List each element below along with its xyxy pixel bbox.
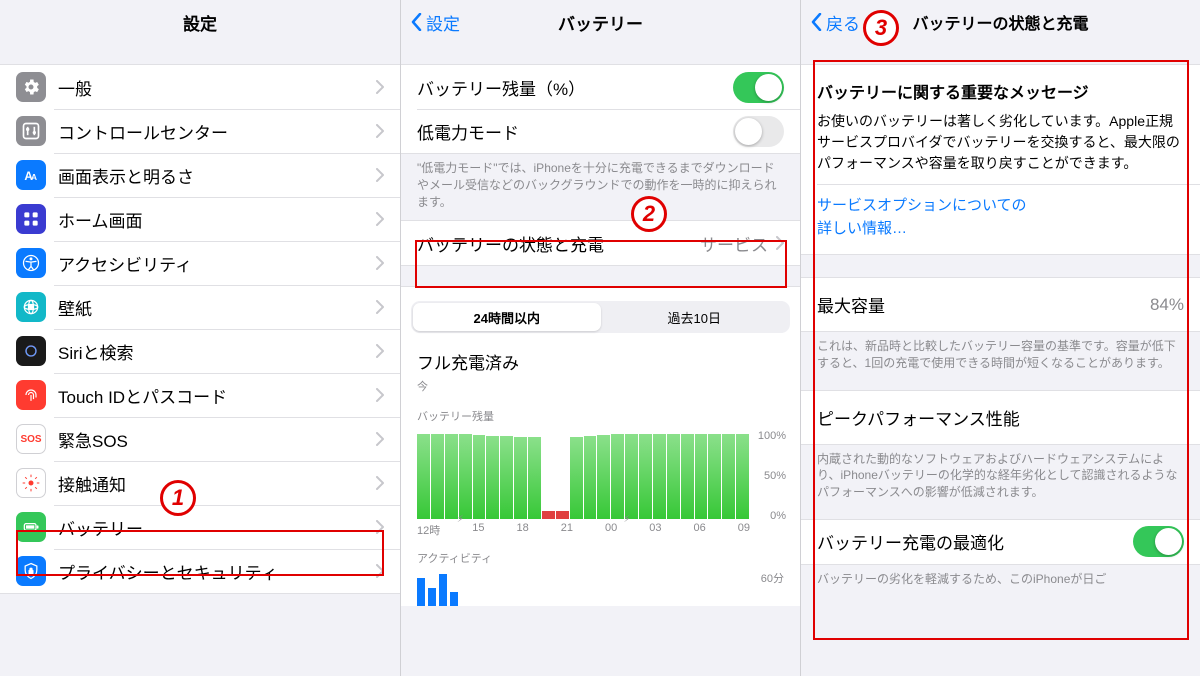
chevron-right-icon [376, 564, 384, 578]
general-icon [16, 72, 46, 102]
chevron-left-icon [411, 13, 422, 31]
settings-row-touchid[interactable]: Touch IDとパスコード [0, 373, 400, 417]
settings-row-battery[interactable]: バッテリー [0, 505, 400, 549]
touchid-icon [16, 380, 46, 410]
service-options-link[interactable]: サービスオプションについての 詳しい情報… [801, 185, 1200, 254]
battery-level-chart: 100% 50% 0% ⚡︎⚡︎ 12時15182100030609 [401, 424, 800, 544]
peak-performance-label: ピークパフォーマンス性能 [801, 391, 1200, 444]
max-capacity-row: 最大容量 84% [801, 278, 1200, 331]
nav-bar: 戻る バッテリーの状態と充電 [801, 0, 1200, 44]
page-title: バッテリー [558, 10, 643, 35]
full-charge-time: 今 [401, 374, 800, 404]
battery-health-group: バッテリーの状態と充電 サービス [401, 220, 800, 266]
accessibility-icon [16, 248, 46, 278]
chevron-right-icon [376, 212, 384, 226]
page-title: 設定 [183, 10, 217, 35]
chevron-right-icon [376, 168, 384, 182]
message-title: バッテリーに関する重要なメッセージ [801, 65, 1200, 111]
exposure-icon [16, 468, 46, 498]
optimized-charging-note: バッテリーの劣化を軽減するため、このiPhoneが日ご [801, 565, 1200, 588]
settings-row-accessibility[interactable]: アクセシビリティ [0, 241, 400, 285]
settings-row-sos[interactable]: SOS緊急SOS [0, 417, 400, 461]
siri-icon [16, 336, 46, 366]
settings-row-control-center[interactable]: コントロールセンター [0, 109, 400, 153]
battery-icon [16, 512, 46, 542]
optimized-charging-card: バッテリー充電の最適化 [801, 519, 1200, 565]
chevron-right-icon [376, 256, 384, 270]
chevron-right-icon [776, 236, 784, 250]
nav-bar: 設定 [0, 0, 400, 44]
chevron-right-icon [376, 344, 384, 358]
peak-performance-card: ピークパフォーマンス性能 [801, 390, 1200, 445]
battery-percentage-toggle[interactable] [733, 72, 784, 103]
settings-row-home-screen[interactable]: ホーム画面 [0, 197, 400, 241]
time-range-segmented[interactable]: 24時間以内 過去10日 [411, 301, 790, 333]
chevron-right-icon [376, 124, 384, 138]
message-body: お使いのバッテリーは著しく劣化しています。Apple正規サービスプロバイダでバッ… [801, 111, 1200, 184]
low-power-mode-row[interactable]: 低電力モード [401, 109, 800, 153]
battery-health-row[interactable]: バッテリーの状態と充電 サービス [401, 221, 800, 265]
full-charge-label: フル充電済み [401, 339, 800, 374]
chevron-right-icon [376, 520, 384, 534]
settings-row-wallpaper[interactable]: 壁紙 [0, 285, 400, 329]
low-power-mode-toggle[interactable] [733, 116, 784, 147]
settings-row-siri[interactable]: Siriと検索 [0, 329, 400, 373]
important-message-card: バッテリーに関する重要なメッセージ お使いのバッテリーは著しく劣化しています。A… [801, 64, 1200, 255]
seg-10d[interactable]: 過去10日 [601, 303, 789, 331]
display-icon: AA [16, 160, 46, 190]
chevron-right-icon [376, 388, 384, 402]
nav-bar: 設定 バッテリー [401, 0, 800, 44]
low-power-footnote: "低電力モード"では、iPhoneを十分に充電できるまでダウンロードやメール受信… [401, 154, 800, 210]
max-capacity-note: これは、新品時と比較したバッテリー容量の基準です。容量が低下すると、1回の充電で… [801, 332, 1200, 372]
page-title: バッテリーの状態と充電 [912, 10, 1088, 34]
svg-text:A: A [31, 172, 37, 182]
peak-performance-note: 内蔵された動的なソフトウェアおよびハードウェアシステムにより、iPhoneバッテ… [801, 445, 1200, 501]
settings-list: 一般コントロールセンターAA画面表示と明るさホーム画面アクセシビリティ壁紙Sir… [0, 64, 400, 594]
back-button[interactable]: 設定 [411, 10, 460, 35]
battery-screen: 設定 バッテリー バッテリー残量（%） 低電力モード "低電力モード"では、iP… [400, 0, 800, 676]
chevron-right-icon [376, 300, 384, 314]
home-screen-icon [16, 204, 46, 234]
optimized-charging-toggle[interactable] [1133, 526, 1184, 557]
chevron-right-icon [376, 80, 384, 94]
settings-row-general[interactable]: 一般 [0, 65, 400, 109]
settings-row-display[interactable]: AA画面表示と明るさ [0, 153, 400, 197]
battery-group-1: バッテリー残量（%） 低電力モード [401, 64, 800, 154]
optimized-charging-row[interactable]: バッテリー充電の最適化 [801, 520, 1200, 564]
privacy-icon [16, 556, 46, 586]
settings-screen: 設定 一般コントロールセンターAA画面表示と明るさホーム画面アクセシビリティ壁紙… [0, 0, 400, 676]
chevron-right-icon [376, 432, 384, 446]
max-capacity-card: 最大容量 84% [801, 277, 1200, 332]
battery-health-screen: 戻る バッテリーの状態と充電 バッテリーに関する重要なメッセージ お使いのバッテ… [800, 0, 1200, 676]
settings-row-privacy[interactable]: プライバシーとセキュリティ [0, 549, 400, 593]
battery-percentage-row[interactable]: バッテリー残量（%） [401, 65, 800, 109]
chevron-right-icon [376, 476, 384, 490]
chevron-left-icon [811, 13, 822, 31]
back-button[interactable]: 戻る [811, 10, 860, 35]
settings-row-exposure[interactable]: 接触通知 [0, 461, 400, 505]
sos-icon: SOS [16, 424, 46, 454]
seg-24h[interactable]: 24時間以内 [413, 303, 601, 331]
activity-label: アクティビティ [401, 544, 800, 566]
max-capacity-value: 84% [1150, 295, 1184, 315]
chart-section-label: バッテリー残量 [401, 404, 800, 424]
wallpaper-icon [16, 292, 46, 322]
control-center-icon [16, 116, 46, 146]
